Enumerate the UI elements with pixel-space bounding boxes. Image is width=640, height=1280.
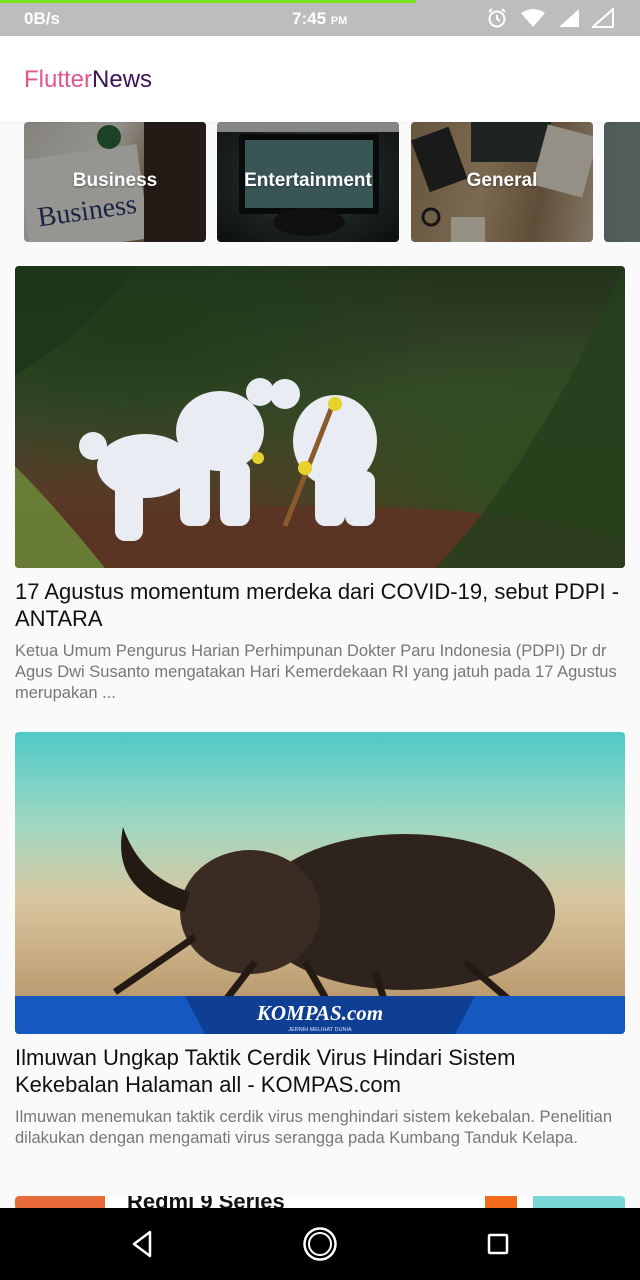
article-image[interactable] [15,266,625,568]
recents-icon[interactable] [486,1232,510,1256]
app-title-news: News [92,66,153,93]
status-bar: 0B/s 7:45 PM [0,0,640,36]
home-icon[interactable] [302,1226,338,1262]
article-description: Ilmuwan menemukan taktik cerdik virus me… [15,1108,613,1147]
status-icons [486,7,614,29]
category-card-business[interactable]: Business Business [24,122,206,242]
signal-empty-icon [592,8,614,28]
category-list[interactable]: Business Business Entertainment General [0,122,640,246]
category-card-more[interactable] [604,122,640,242]
alarm-icon [488,8,506,28]
clock: 7:45 PM [292,9,347,29]
article-description: Ketua Umum Pengurus Harian Perhimpunan D… [15,642,617,702]
signal-icon [559,9,579,27]
category-label: Entertainment [244,170,372,191]
clock-time: 7:45 [292,9,327,28]
category-label: General [466,170,538,191]
loading-progress-bar [0,0,416,3]
wifi-icon [521,9,545,27]
category-shade [604,122,640,242]
system-nav-bar [0,1208,640,1280]
app-bar: FlutterNews [0,36,640,122]
category-card-general[interactable]: General [411,122,593,242]
article-card[interactable]: 17 Agustus momentum merdeka dari COVID-1… [15,266,625,704]
article-card[interactable]: KOMPAS.com JERNIH MELIHAT DUNIA Ilmuwan … [15,732,625,1149]
article-title[interactable]: Ilmuwan Ungkap Taktik Cerdik Virus Hinda… [15,1044,625,1098]
article-title[interactable]: 17 Agustus momentum merdeka dari COVID-1… [15,578,625,632]
article-image[interactable]: KOMPAS.com JERNIH MELIHAT DUNIA [15,732,625,1034]
category-label: Business [72,170,158,191]
app-title: FlutterNews [24,66,152,94]
network-speed: 0B/s [24,9,60,28]
kompas-tagline: JERNIH MELIHAT DUNIA [288,1027,352,1033]
clock-ampm: PM [330,15,348,27]
kompas-watermark: KOMPAS.com [256,1001,383,1025]
category-card-entertainment[interactable]: Entertainment [217,122,399,242]
back-icon[interactable] [130,1228,156,1260]
app-title-flutter: Flutter [24,66,93,93]
